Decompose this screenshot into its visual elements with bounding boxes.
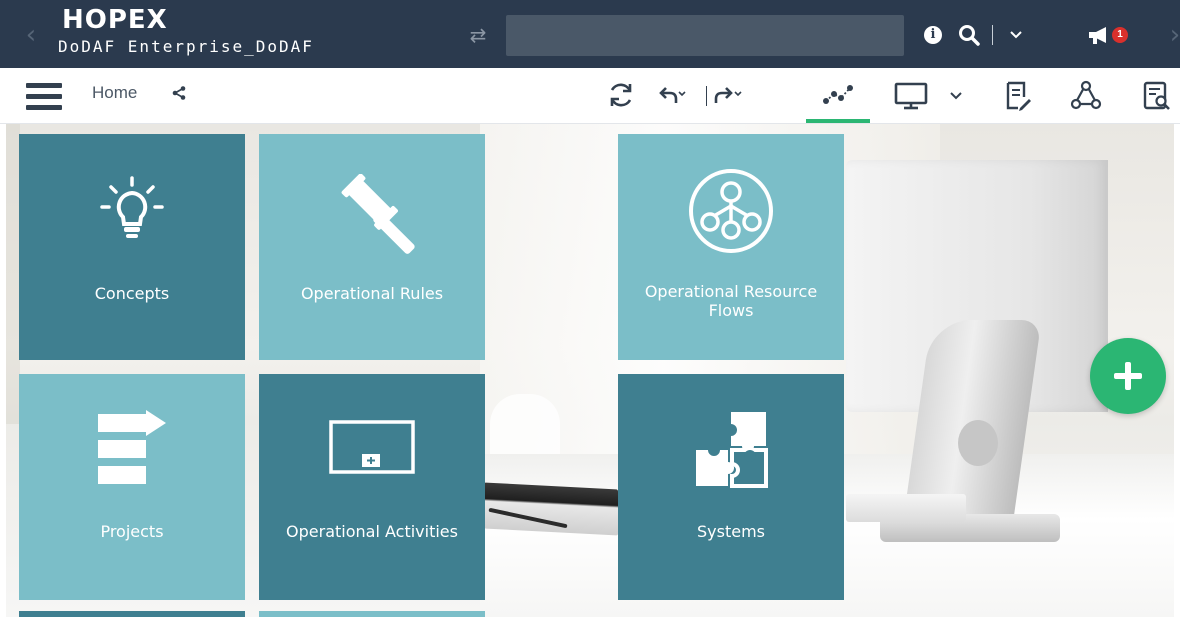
search-options-chevron-down-icon[interactable] (1008, 28, 1024, 42)
switch-environment-icon[interactable]: ⇄ (467, 24, 489, 46)
tile-concepts[interactable]: Concepts (19, 134, 245, 360)
global-search-input[interactable] (506, 15, 904, 56)
report-search-icon[interactable] (1142, 80, 1172, 112)
tile-operational-activities[interactable]: Operational Activities (259, 374, 485, 600)
notifications-megaphone-icon[interactable] (1086, 24, 1112, 46)
lightbulb-icon (19, 174, 245, 244)
add-tile-button[interactable] (1090, 338, 1166, 414)
notification-count-badge: 1 (1112, 27, 1128, 43)
refresh-icon[interactable] (606, 80, 636, 110)
tile-partial-row[interactable] (19, 611, 245, 617)
project-list-icon (19, 410, 245, 492)
page-left-border (0, 124, 6, 617)
redo-icon[interactable] (712, 83, 742, 107)
nav-forward-arrow-icon[interactable]: › (1166, 20, 1180, 50)
activity-board-icon (259, 418, 485, 478)
network-tree-icon[interactable] (1070, 80, 1102, 112)
page-right-border (1174, 124, 1180, 617)
search-icon[interactable] (958, 24, 980, 46)
tile-label: Projects (100, 522, 164, 541)
nav-back-arrow-icon[interactable]: ‹ (22, 20, 40, 50)
diagram-view-icon[interactable] (822, 84, 854, 106)
tile-label: Operational Activities (286, 522, 458, 541)
hopex-logo: HOPEX (62, 5, 168, 35)
tile-operational-resource-flows[interactable]: Operational Resource Flows (618, 134, 844, 360)
workspace-chevron-down-icon[interactable] (948, 89, 964, 103)
background-stand-hole (958, 420, 998, 466)
tile-label: Operational Rules (300, 284, 444, 303)
desktop-monitor-icon[interactable] (892, 81, 930, 111)
tile-operational-rules[interactable]: Operational Rules (259, 134, 485, 360)
tile-partial-row[interactable] (259, 611, 485, 617)
top-header-bar: ‹ HOPEX DoDAF Enterprise_DoDAF ⇄ i 1 › (0, 0, 1180, 68)
flow-network-icon (618, 166, 844, 256)
environment-name[interactable]: DoDAF Enterprise_DoDAF (58, 37, 314, 57)
edit-document-icon[interactable] (1004, 80, 1032, 112)
background-keyboard (846, 494, 966, 522)
gavel-icon (259, 174, 485, 264)
background-notebook (484, 482, 618, 536)
tile-projects[interactable]: Projects (19, 374, 245, 600)
puzzle-icon (618, 408, 844, 492)
tile-label: Operational Resource Flows (644, 282, 818, 320)
hamburger-menu-icon[interactable] (26, 83, 62, 111)
home-dashboard: Concepts Operational Rules Operational R… (0, 124, 1180, 617)
breadcrumb-home[interactable]: Home (92, 82, 137, 104)
active-view-indicator (806, 119, 870, 123)
share-icon[interactable] (172, 86, 186, 100)
tile-systems[interactable]: Systems (618, 374, 844, 600)
undo-icon[interactable] (656, 83, 686, 107)
tile-label: Concepts (94, 284, 170, 303)
undo-redo-separator (706, 86, 707, 106)
main-toolbar: Home (0, 68, 1180, 124)
info-icon[interactable]: i (924, 26, 942, 44)
tile-label: Systems (697, 522, 765, 541)
search-separator (992, 25, 993, 45)
